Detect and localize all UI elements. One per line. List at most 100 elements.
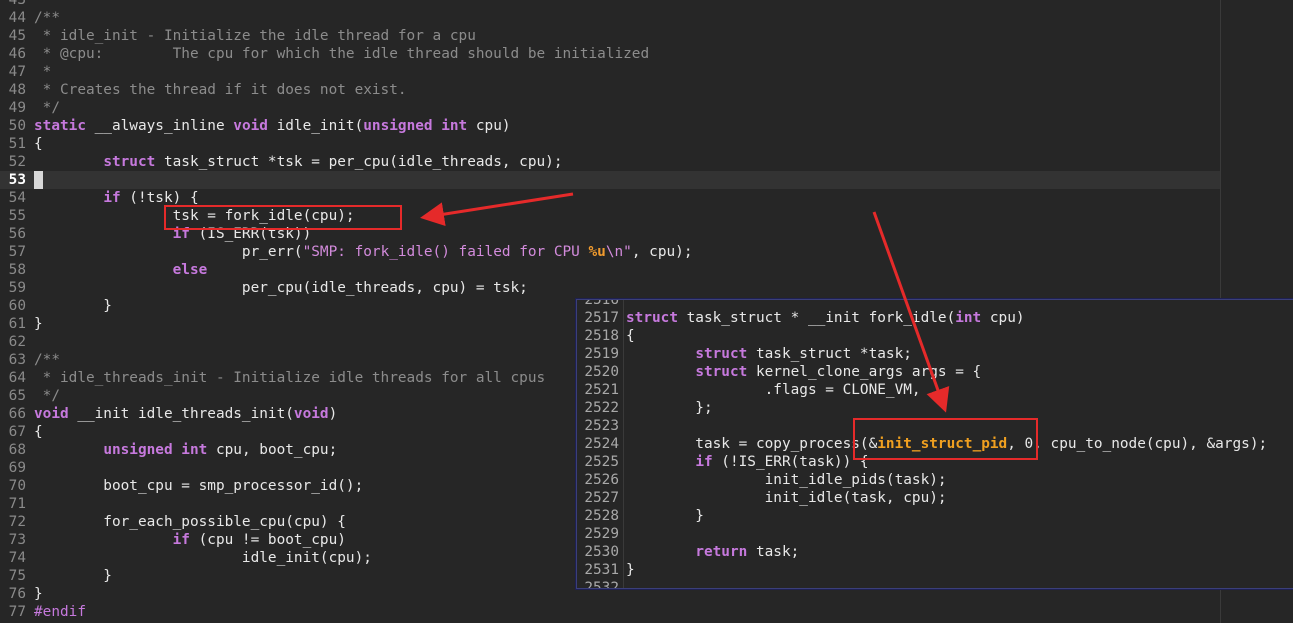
code-token: , cpu); <box>631 244 693 260</box>
line-number: 2519 <box>584 346 619 362</box>
line-number: 46 <box>8 46 26 62</box>
line-number: 45 <box>8 28 26 44</box>
code-token: , 0, cpu_to_node(cpu), &args); <box>1007 436 1268 452</box>
code-token: task; <box>747 544 800 560</box>
code-token: per_cpu(idle_threads, cpu) = tsk; <box>34 280 528 296</box>
line-number: 66 <box>8 406 26 422</box>
code-token: cpu) <box>981 310 1025 326</box>
line-number: 2527 <box>584 490 619 506</box>
line-number: 59 <box>8 280 26 296</box>
code-token: void <box>293 406 329 422</box>
code-text: init_idle(task, cpu); <box>626 489 947 507</box>
line-number: 57 <box>8 244 26 260</box>
line-number: 2523 <box>584 418 619 434</box>
fork-idle-call-highlight-box <box>164 205 402 230</box>
code-text: } <box>34 585 43 603</box>
line-number: 47 <box>8 64 26 80</box>
code-text: for_each_possible_cpu(cpu) { <box>34 513 346 531</box>
code-token: } <box>626 562 635 578</box>
line-number: 63 <box>8 352 26 368</box>
init-struct-pid-highlight-box <box>853 418 1038 460</box>
line-number: 2516 <box>584 299 619 308</box>
code-token: unsigned <box>363 118 433 134</box>
line-number: 54 <box>8 190 26 206</box>
line-number: 2528 <box>584 508 619 524</box>
code-token: * idle_init - Initialize the idle thread… <box>34 28 476 44</box>
code-token: struct <box>695 346 748 362</box>
code-text: if (!IS_ERR(task)) { <box>626 453 869 471</box>
code-token: } <box>34 316 43 332</box>
code-text: init_idle_pids(task); <box>626 471 947 489</box>
code-text: static __always_inline void idle_init(un… <box>34 117 511 135</box>
current-line-highlight <box>0 171 1220 189</box>
code-token: int <box>955 310 982 326</box>
line-number: 2529 <box>584 526 619 542</box>
line-number: 49 <box>8 100 26 116</box>
line-number: 53 <box>8 172 26 188</box>
line-number: 62 <box>8 334 26 350</box>
code-text: struct kernel_clone_args args = { <box>626 363 981 381</box>
code-token: else <box>172 262 208 278</box>
code-token: %u <box>588 244 606 260</box>
code-token: idle_init( <box>267 118 364 134</box>
code-token: } <box>626 508 704 524</box>
code-text: .flags = CLONE_VM, <box>626 381 921 399</box>
code-token: ) <box>328 406 338 422</box>
line-number: 69 <box>8 460 26 476</box>
code-token: (!IS_ERR(task)) { <box>712 454 869 470</box>
line-number: 64 <box>8 370 26 386</box>
code-token: * @cpu: The cpu for which the idle threa… <box>34 46 650 62</box>
line-number: 2531 <box>584 562 619 578</box>
popup-gutter-separator <box>623 300 624 588</box>
code-token: kernel_clone_args args = { <box>747 364 982 380</box>
code-text: struct task_struct *tsk = per_cpu(idle_t… <box>34 153 563 171</box>
code-text: idle_init(cpu); <box>34 549 372 567</box>
code-token: idle_init(cpu); <box>34 550 372 566</box>
line-number: 56 <box>8 226 26 242</box>
code-token: * <box>34 64 52 80</box>
code-token: struct <box>695 364 748 380</box>
code-token: __init idle_threads_init( <box>68 406 294 422</box>
line-number: 43 <box>8 0 26 8</box>
line-number: 2518 <box>584 328 619 344</box>
code-token: int <box>181 442 208 458</box>
code-text: * @cpu: The cpu for which the idle threa… <box>34 45 649 63</box>
code-token: boot_cpu = smp_processor_id(); <box>34 478 364 494</box>
code-token: struct <box>103 154 156 170</box>
code-text: } <box>626 507 704 525</box>
line-number: 72 <box>8 514 26 530</box>
code-token: if <box>172 532 190 548</box>
code-text: void __init idle_threads_init(void) <box>34 405 337 423</box>
line-number: 73 <box>8 532 26 548</box>
line-number: 60 <box>8 298 26 314</box>
code-text: { <box>34 423 43 441</box>
code-text: pr_err("SMP: fork_idle() failed for CPU … <box>34 243 693 261</box>
line-number: 52 <box>8 154 26 170</box>
code-token: pr_err( <box>34 244 303 260</box>
code-token: (cpu != boot_cpu) <box>189 532 346 548</box>
line-number: 65 <box>8 388 26 404</box>
line-number: 51 <box>8 136 26 152</box>
line-number: 2521 <box>584 382 619 398</box>
line-number: 55 <box>8 208 26 224</box>
code-token: init_idle_pids(task); <box>626 472 947 488</box>
code-token: * idle_threads_init - Initialize idle th… <box>34 370 546 386</box>
code-token: task_struct *tsk = per_cpu(idle_threads,… <box>155 154 563 170</box>
line-number: 44 <box>8 10 26 26</box>
code-token: task_struct *task; <box>747 346 912 362</box>
line-number: 48 <box>8 82 26 98</box>
line-number: 58 <box>8 262 26 278</box>
code-text: * idle_threads_init - Initialize idle th… <box>34 369 546 387</box>
code-text: * <box>34 63 52 81</box>
code-text: } <box>34 297 112 315</box>
code-text: struct task_struct * __init fork_idle(in… <box>626 309 1025 327</box>
code-text: * Creates the thread if it does not exis… <box>34 81 407 99</box>
